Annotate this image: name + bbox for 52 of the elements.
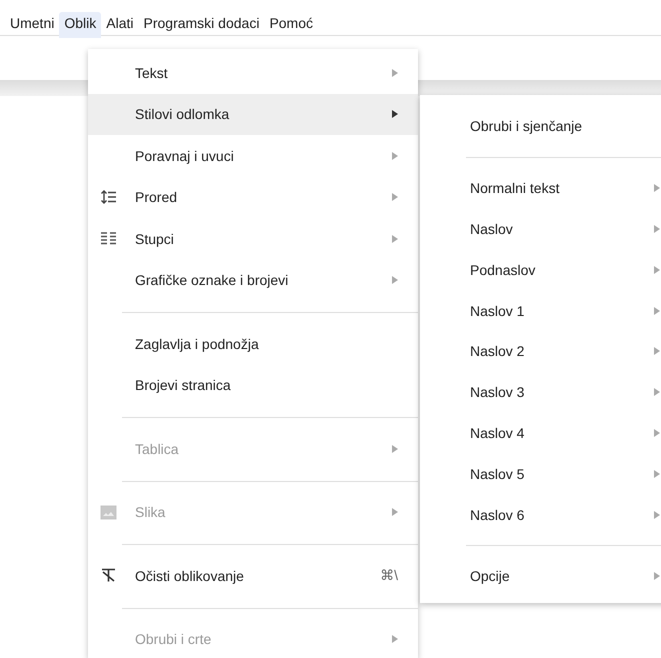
menu-item-label: Slika xyxy=(135,504,166,520)
menu-bar-item[interactable]: Programski dodaci xyxy=(138,12,264,38)
menu-bar-item[interactable]: Umetni xyxy=(5,12,60,38)
line-spacing-icon xyxy=(100,188,117,206)
menu-item-label: Naslov 3 xyxy=(470,384,526,400)
menu-item-label: Brojevi stranica xyxy=(135,377,232,394)
menu-item-label: Obrubi i sjenčanje xyxy=(470,118,584,134)
menu-item[interactable]: Grafičke oznake i brojevi xyxy=(88,260,418,301)
menu-item-label: Podnaslov xyxy=(470,262,536,278)
menu-item[interactable]: Naslov 2 xyxy=(420,330,661,372)
menu-item[interactable]: Naslov 3 xyxy=(420,372,661,413)
menu-item[interactable]: Očisti oblikovanje ⌘\ xyxy=(88,555,418,596)
menu-item[interactable]: Naslov 5 xyxy=(420,453,661,494)
menu-item-label: Naslov 4 xyxy=(470,424,526,441)
menu-item-label: Tekst xyxy=(135,64,169,81)
menu-item-label: Naslov 1 xyxy=(470,302,526,319)
menu-item[interactable]: Obrubi i sjenčanje xyxy=(420,106,661,147)
menu-item-label: Grafičke oznake i brojevi xyxy=(135,272,290,288)
menu-item[interactable]: Stilovi odlomka xyxy=(88,94,418,135)
menu-item-label: Stupci xyxy=(135,230,175,247)
menu-item[interactable]: Stupci xyxy=(88,218,418,260)
menu-item-label: Prored xyxy=(135,189,178,206)
menu-item[interactable]: Normalni tekst xyxy=(420,168,661,209)
menu-item-label: Poravnaj i uvuci xyxy=(135,148,235,164)
menu-item[interactable]: Tekst xyxy=(88,52,418,94)
menu-item-label: Naslov 6 xyxy=(470,506,526,523)
menu-item[interactable]: Podnaslov xyxy=(420,249,661,290)
menu-bar-item[interactable]: Oblik xyxy=(59,12,102,38)
menu-item[interactable]: Brojevi stranica xyxy=(88,364,418,406)
menu-item-label: Naslov xyxy=(470,220,514,237)
menu-item-label: Naslov 5 xyxy=(470,466,526,482)
menu-bar-item[interactable]: Pomoć xyxy=(264,12,318,38)
menu-item-label: Tablica xyxy=(135,440,180,457)
menu-item[interactable]: Prored xyxy=(88,176,418,218)
menu-item-label: Zaglavlja i podnožja xyxy=(135,336,260,352)
menu-item[interactable]: Poravnaj i uvuci xyxy=(88,135,418,176)
menu-item-label: Opcije xyxy=(470,568,511,584)
menu-item[interactable]: Naslov 6 xyxy=(420,494,661,535)
menu-bar-item[interactable]: Alati xyxy=(101,12,138,38)
menu-item[interactable]: Naslov 1 xyxy=(420,290,661,331)
menu-item-label: Obrubi i crte xyxy=(135,631,212,648)
menu-item[interactable]: Opcije xyxy=(420,556,661,597)
shortcut-label: ⌘\ xyxy=(380,567,398,584)
menu-item[interactable]: Naslov xyxy=(420,208,661,250)
menu-item-label: Normalni tekst xyxy=(470,180,560,196)
clear-format-icon xyxy=(100,567,117,584)
menu-item-label: Naslov 2 xyxy=(470,343,526,360)
menu-item-label: Stilovi odlomka xyxy=(135,106,230,122)
menu-item-label: Očisti oblikovanje xyxy=(135,568,245,584)
menu-item[interactable]: Zaglavlja i podnožja xyxy=(88,323,418,364)
image-icon xyxy=(100,504,117,521)
menu-item[interactable]: Naslov 4 xyxy=(420,412,661,454)
